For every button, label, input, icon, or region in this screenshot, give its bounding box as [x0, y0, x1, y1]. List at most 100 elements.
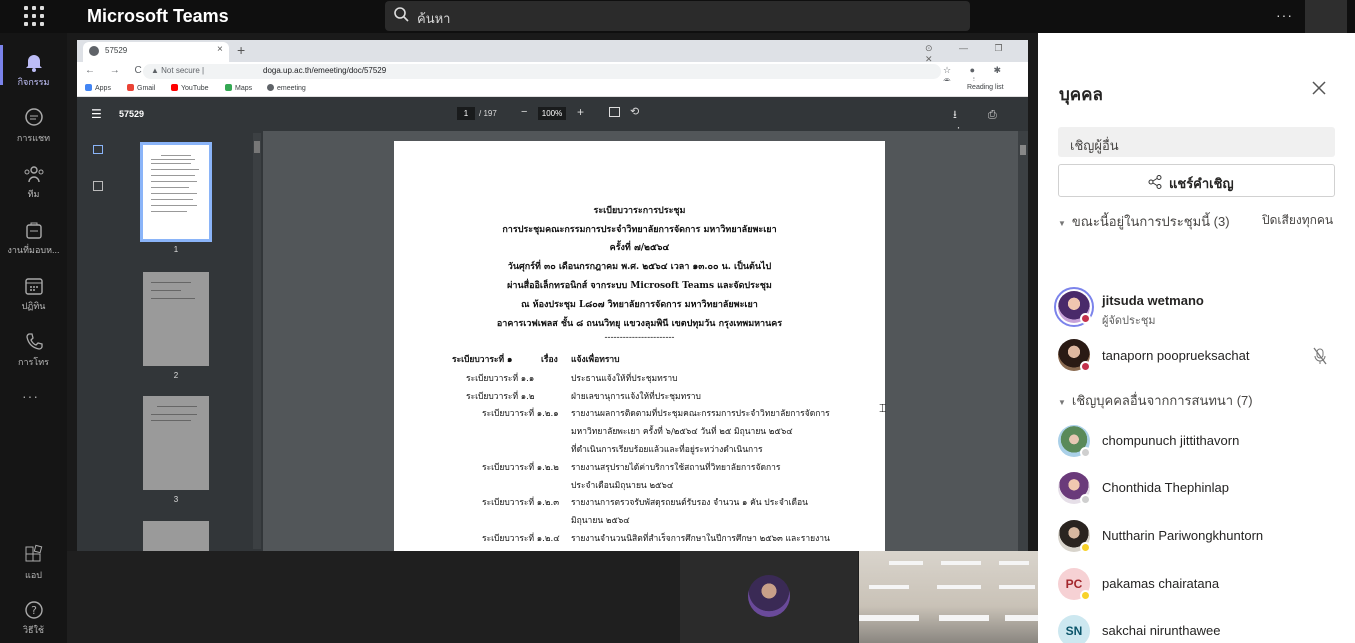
invite-input[interactable]: เชิญผู้อื่น [1058, 127, 1335, 157]
thumbnails-icon[interactable] [93, 145, 103, 154]
pdf-scrollbar[interactable] [1018, 131, 1028, 551]
participant-chompunuch[interactable]: chompunuch jittithavorn [1058, 425, 1348, 465]
close-icon[interactable] [1310, 79, 1328, 97]
security-indicator[interactable]: ▲ Not secure | [151, 66, 204, 75]
bookmark-youtube[interactable]: YouTube [171, 84, 209, 92]
zoom-out-button[interactable]: − [521, 106, 527, 118]
pdf-thumbnail-sidebar: 1 2 3 [77, 131, 263, 551]
tab-title: 57529 [105, 46, 128, 55]
share-invite-label: แชร์คำเชิญ [1169, 176, 1234, 191]
svg-text:?: ? [31, 604, 37, 617]
nav-buttons[interactable]: ← → C [85, 65, 148, 76]
participant-name: tanaporn pooprueksachat [1102, 348, 1250, 363]
participant-sakchai[interactable]: SN sakchai nirunthawee [1058, 615, 1348, 643]
people-panel: บุคคล เชิญผู้อื่น แชร์คำเชิญ ▼ ขณะนี้อยู่… [1038, 33, 1355, 643]
rail-item-teams[interactable]: ทีม [0, 157, 67, 211]
rail-item-assignments[interactable]: งานที่มอบห... [0, 213, 67, 267]
rotate-icon[interactable]: ⟲ [630, 105, 639, 118]
scrollbar-thumb[interactable] [1020, 145, 1026, 155]
outline-icon[interactable] [93, 181, 103, 191]
section-invite-from-chat[interactable]: ▼ เชิญบุคคลอื่นจากการสนทนา (7) [1058, 390, 1253, 411]
new-tab-button[interactable]: + [237, 42, 245, 58]
left-rail: กิจกรรม การแชท ทีม งานที่มอบห... ปฏิทิน … [0, 33, 67, 643]
scrollbar-thumb[interactable] [254, 141, 260, 153]
url-text: doga.up.ac.th/emeeting/doc/57529 [263, 66, 387, 75]
video-strip [67, 551, 1038, 643]
bookmark-emeeting[interactable]: emeeting [267, 84, 306, 92]
zoom-in-button[interactable]: + [577, 105, 584, 119]
rail-item-help[interactable]: ? วิธีใช้ [0, 593, 67, 643]
participant-name: Nuttharin Pariwongkhuntorn [1102, 528, 1264, 543]
thumbnail-number: 3 [173, 495, 179, 504]
share-invite-button[interactable]: แชร์คำเชิญ [1058, 164, 1335, 197]
mute-all-button[interactable]: ปิดเสียงทุกคน [1262, 211, 1333, 230]
page-thumbnail[interactable] [140, 142, 212, 242]
section-in-meeting[interactable]: ▼ ขณะนี้อยู่ในการประชุมนี้ (3) [1058, 211, 1230, 232]
bookmarks-bar: Apps Gmail YouTube Maps emeeting Reading… [77, 81, 1028, 97]
doc-heading: ณ ห้องประชุม L๘๐๗ วิทยาลัยการจัดการ มหาว… [521, 300, 758, 310]
apps-grid-icon [85, 84, 92, 91]
zoom-input[interactable]: 100% [538, 107, 566, 120]
video-tile-camera[interactable] [859, 551, 1038, 643]
bookmark-gmail[interactable]: Gmail [127, 84, 155, 92]
more-options-icon[interactable]: ··· [1276, 7, 1293, 23]
agenda-item-label: ระเบียบวาระที่ ๑.๒.๑ [482, 409, 559, 419]
address-bar: ← → C ▲ Not secure | doga.up.ac.th/emeet… [77, 62, 1028, 86]
agenda-item-text: มหาวิทยาลัยพะเยา ครั้งที่ ๖/๒๕๖๔ วันที่ … [571, 427, 793, 437]
away-status-icon [1080, 590, 1091, 601]
teams-window: Microsoft Teams ค้นหา ··· กิจกรรม การแชท… [0, 0, 1355, 643]
rail-label: แอป [25, 570, 42, 580]
sidebar-scrollbar[interactable] [253, 133, 261, 549]
page-thumbnail[interactable] [143, 521, 209, 551]
assignments-icon [25, 222, 42, 239]
maps-icon [225, 84, 232, 91]
agenda-title: แจ้งเพื่อทราบ [571, 355, 620, 365]
participant-name: pakamas chairatana [1102, 576, 1220, 591]
rail-item-activity[interactable]: กิจกรรม [0, 45, 67, 99]
participant-tanaporn[interactable]: tanaporn pooprueksachat [1058, 339, 1348, 379]
rail-label: งานที่มอบห... [7, 245, 60, 255]
agenda-item-text: ฝ่ายเลขานุการแจ้งให้ที่ประชุมทราบ [571, 392, 701, 402]
reading-list[interactable]: Reading list [967, 84, 1004, 91]
participant-name: Chonthida Thephinlap [1102, 480, 1229, 495]
bookmark-apps[interactable]: Apps [85, 84, 111, 92]
more-apps-icon[interactable]: ··· [22, 388, 39, 404]
search-box[interactable]: ค้นหา [385, 1, 970, 31]
agenda-item-text: ประจำเดือนมิถุนายน ๒๕๖๔ [571, 481, 674, 491]
agenda-item-label: ระเบียบวาระที่ ๑.๒.๓ [482, 498, 560, 508]
rail-item-calls[interactable]: การโทร [0, 325, 67, 379]
browser-tab[interactable]: 57529 × [83, 42, 229, 62]
mic-off-icon[interactable] [1312, 347, 1328, 365]
rail-item-apps[interactable]: แอป [0, 538, 67, 592]
rail-label: ทีม [27, 189, 40, 199]
app-launcher-icon[interactable] [22, 5, 46, 27]
participant-chonthida[interactable]: Chonthida Thephinlap [1058, 472, 1348, 512]
fit-page-icon[interactable] [609, 107, 620, 117]
participant-pakamas[interactable]: PC pakamas chairatana [1058, 568, 1348, 608]
rail-item-calendar[interactable]: ปฏิทิน [0, 269, 67, 323]
page-number-input[interactable]: 1 [457, 107, 475, 120]
hamburger-menu-icon[interactable]: ☰ [91, 107, 102, 121]
thumbnail-number: 2 [173, 371, 179, 380]
bookmark-maps[interactable]: Maps [225, 84, 252, 92]
away-status-icon [1080, 542, 1091, 553]
agenda-item-text: ที่ดำเนินการเรียบร้อยแล้วและที่อยู่ระหว่… [571, 445, 763, 455]
profile-avatar[interactable] [1305, 0, 1347, 33]
teams-icon [24, 166, 43, 183]
page-thumbnail[interactable] [143, 396, 209, 490]
doc-heading: อาคารเวฟเพลส ชั้น ๘ ถนนวิทยุ แขวงลุมพินี… [496, 319, 783, 329]
page-thumbnail[interactable] [143, 272, 209, 366]
agenda-item-text: รายงานการตรวจรับพัสดุรถยนต์รับรอง จำนวน … [571, 498, 808, 508]
participant-nuttharin[interactable]: Nuttharin Pariwongkhuntorn [1058, 520, 1348, 560]
tab-close-icon[interactable]: × [217, 44, 223, 55]
calendar-icon [24, 278, 43, 295]
participant-name: chompunuch jittithavorn [1102, 433, 1240, 448]
agenda-item-text: มิถุนายน ๒๕๖๔ [571, 516, 630, 526]
agenda-item-label: ระเบียบวาระที่ ๑.๒.๔ [482, 534, 560, 544]
video-tile[interactable] [680, 551, 858, 643]
rail-item-chat[interactable]: การแชท [0, 101, 67, 155]
rail-label: กิจกรรม [17, 77, 50, 87]
participant-jitsuda[interactable]: jitsuda wetmano ผู้จัดประชุม [1054, 287, 1348, 331]
offline-status-icon [1080, 447, 1091, 458]
url-input[interactable]: ▲ Not secure | doga.up.ac.th/emeeting/do… [143, 64, 941, 79]
